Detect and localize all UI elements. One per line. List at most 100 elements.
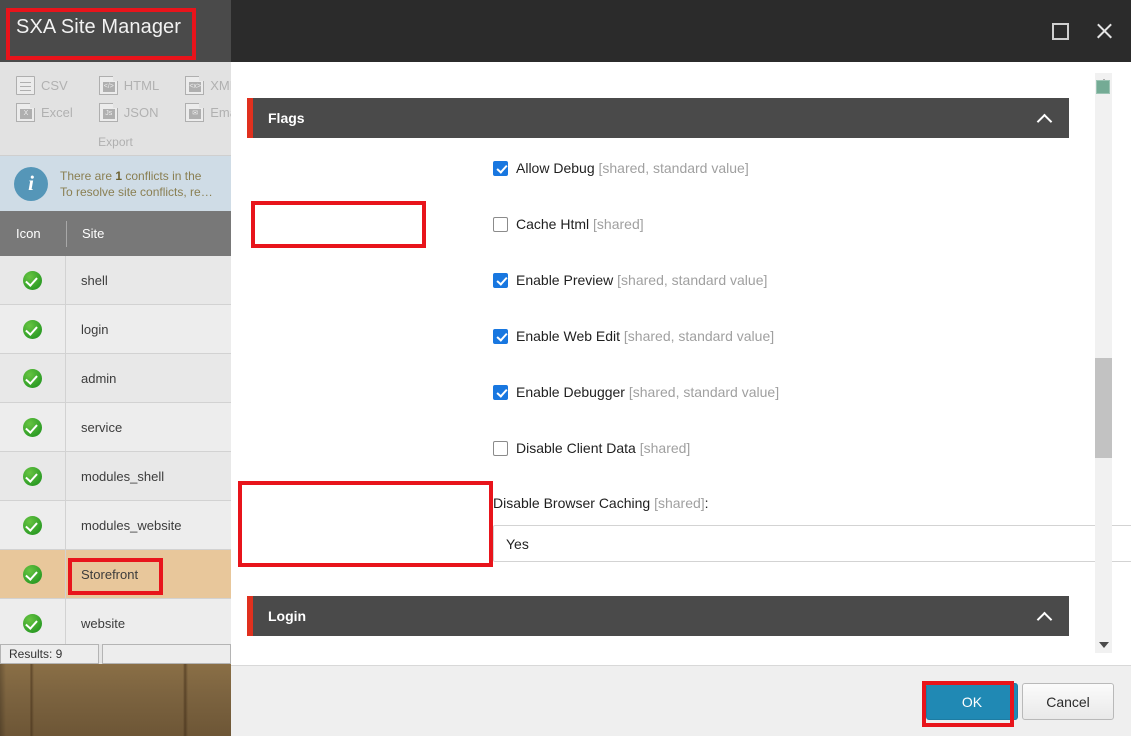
enable-web-edit-meta: [shared, standard value] — [623, 328, 775, 344]
browser-caching-label-text: Disable Browser Caching — [493, 495, 651, 511]
cache-html-label: Cache Html — [516, 216, 590, 232]
dialog-scrollbar[interactable] — [1095, 73, 1112, 653]
scroll-down-arrow-icon[interactable] — [1095, 636, 1112, 653]
flag-enable-web-edit[interactable]: Enable Web Edit [shared, standard value] — [493, 328, 774, 344]
flag-enable-debugger[interactable]: Enable Debugger [shared, standard value] — [493, 384, 779, 400]
chevron-up-icon[interactable] — [1037, 611, 1053, 621]
status-ok-icon — [23, 417, 42, 437]
page-title: SXA Site Manager — [16, 16, 182, 38]
info-line1-suffix: conflicts in the — [122, 168, 202, 183]
enable-debugger-checkbox[interactable] — [493, 384, 508, 400]
info-line1-prefix: There are — [60, 168, 116, 183]
table-row[interactable]: service — [0, 403, 231, 452]
status-secondary — [102, 644, 231, 664]
conflicts-info-banner: i There are 1 conflicts in the To resolv… — [0, 156, 231, 211]
cache-html-checkbox[interactable] — [493, 216, 508, 232]
chevron-up-icon[interactable] — [1037, 113, 1053, 123]
allow-debug-label: Allow Debug — [516, 160, 595, 176]
status-cell — [0, 599, 66, 647]
flag-disable-client-data[interactable]: Disable Client Data [shared] — [493, 440, 690, 456]
table-row[interactable]: admin — [0, 354, 231, 403]
column-header-icon[interactable]: Icon — [0, 226, 66, 241]
green-recording-square — [1096, 80, 1110, 94]
export-ribbon: CSV X Excel </> HTML Js JSON <x> XML ✉ E… — [0, 62, 243, 156]
flag-enable-preview[interactable]: Enable Preview [shared, standard value] — [493, 272, 767, 288]
status-ok-icon — [23, 368, 42, 388]
export-html-button[interactable]: </> HTML — [98, 76, 159, 95]
allow-debug-checkbox[interactable] — [493, 160, 508, 176]
desktop-wallpaper — [0, 664, 231, 736]
column-header-site[interactable]: Site — [67, 226, 104, 241]
disable-client-data-checkbox[interactable] — [493, 440, 508, 456]
json-doc-icon: Js — [98, 103, 118, 122]
dialog-footer: OK Cancel — [231, 665, 1131, 736]
status-ok-icon — [23, 564, 42, 584]
site-name: login — [81, 321, 109, 337]
excel-doc-icon: X — [16, 103, 35, 122]
disable-browser-caching-select[interactable]: Yes — [493, 525, 1131, 562]
site-name: shell — [81, 272, 108, 288]
section-title-login: Login — [268, 608, 307, 624]
site-settings-dialog: Flags Allow Debug [shared, standard valu… — [231, 0, 1131, 736]
section-header-flags[interactable]: Flags — [247, 98, 1069, 138]
dialog-body: Flags Allow Debug [shared, standard valu… — [231, 62, 1131, 665]
status-ok-icon — [23, 270, 42, 290]
export-json-button[interactable]: Js JSON — [98, 103, 159, 122]
enable-web-edit-label: Enable Web Edit — [516, 328, 621, 344]
app-titlebar: SXA Site Manager — [0, 0, 231, 62]
status-cell — [0, 256, 66, 304]
ok-button[interactable]: OK — [926, 683, 1018, 720]
status-cell — [0, 501, 66, 549]
csv-sheet-icon — [16, 76, 35, 95]
info-line2: To resolve site conflicts, re… — [60, 184, 213, 199]
table-row[interactable]: modules_shell — [0, 452, 231, 501]
export-json-label: JSON — [123, 105, 159, 120]
site-name: modules_shell — [81, 468, 165, 484]
disable-client-data-meta: [shared] — [639, 440, 691, 456]
site-name: service — [81, 419, 123, 435]
table-row[interactable]: login — [0, 305, 231, 354]
disable-browser-caching-label: Disable Browser Caching [shared]: — [493, 495, 709, 511]
sites-table-header: Icon Site — [0, 211, 231, 256]
section-title-flags: Flags — [268, 110, 305, 126]
export-excel-button[interactable]: X Excel — [16, 103, 73, 122]
table-row[interactable]: shell — [0, 256, 231, 305]
close-button[interactable] — [1085, 12, 1123, 50]
email-doc-icon: ✉ — [185, 103, 205, 122]
status-ok-icon — [23, 466, 42, 486]
table-row[interactable]: modules_website — [0, 501, 231, 550]
browser-caching-meta: [shared] — [654, 495, 705, 511]
flag-cache-html[interactable]: Cache Html [shared] — [493, 216, 644, 232]
table-row[interactable]: website — [0, 599, 231, 648]
ribbon-group-label: Export — [98, 135, 133, 149]
status-ok-icon — [23, 613, 42, 633]
site-name: modules_website — [81, 517, 182, 533]
browser-caching-colon: : — [704, 495, 709, 511]
status-cell — [0, 452, 66, 500]
section-header-login[interactable]: Login — [247, 596, 1069, 636]
status-cell — [0, 403, 66, 451]
scrollbar-thumb[interactable] — [1095, 358, 1112, 458]
site-name: admin — [81, 370, 117, 386]
enable-preview-meta: [shared, standard value] — [617, 272, 768, 288]
enable-debugger-label: Enable Debugger — [516, 384, 625, 400]
enable-web-edit-checkbox[interactable] — [493, 328, 508, 344]
flag-allow-debug[interactable]: Allow Debug [shared, standard value] — [493, 160, 749, 176]
maximize-button[interactable] — [1041, 12, 1079, 50]
export-csv-button[interactable]: CSV — [16, 76, 73, 95]
cancel-button[interactable]: Cancel — [1022, 683, 1114, 720]
status-bar: Results: 9 — [0, 644, 231, 664]
results-count: Results: 9 — [0, 644, 99, 664]
enable-preview-checkbox[interactable] — [493, 272, 508, 288]
info-icon: i — [14, 166, 48, 201]
info-banner-text: There are 1 conflicts in the To resolve … — [60, 168, 213, 200]
table-row-storefront[interactable]: Storefront — [0, 550, 231, 599]
site-name: Storefront — [81, 566, 139, 582]
export-excel-label: Excel — [41, 105, 73, 120]
status-ok-icon — [23, 319, 42, 339]
sxa-site-manager-window: SXA Site Manager CSV X Excel </> HTML Js… — [0, 0, 243, 664]
enable-debugger-meta: [shared, standard value] — [628, 384, 780, 400]
close-icon — [1095, 22, 1114, 41]
status-cell — [0, 354, 66, 402]
dialog-titlebar — [231, 0, 1131, 62]
